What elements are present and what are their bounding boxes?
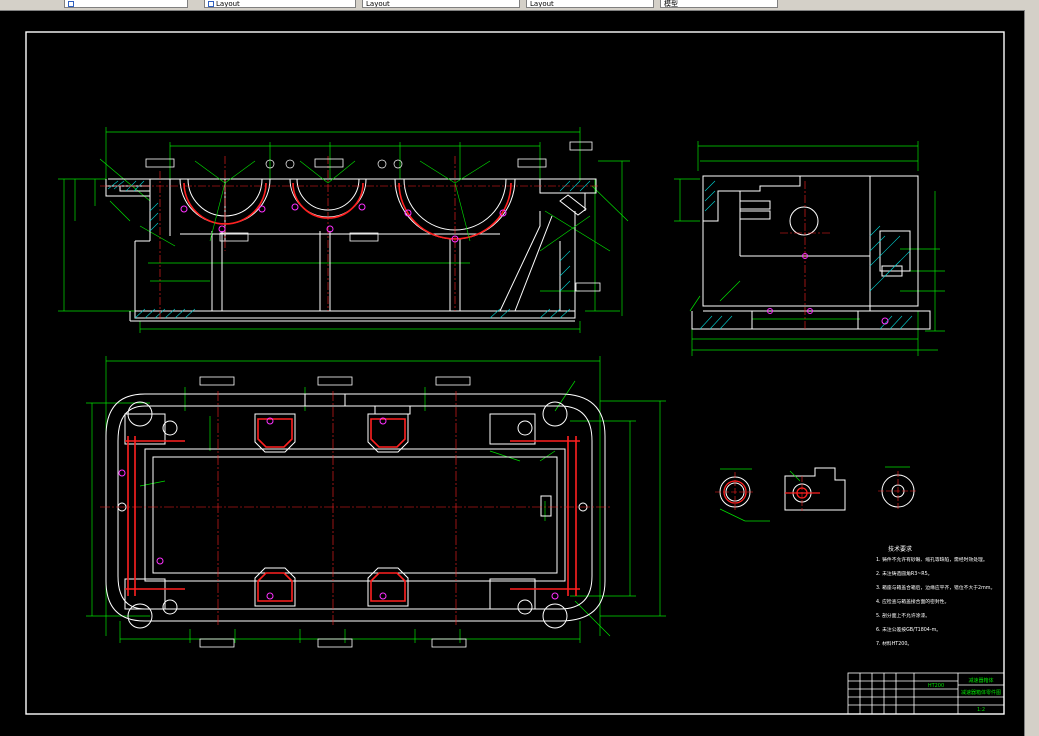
drawing-number: 减速器箱体零件图 xyxy=(961,689,1001,696)
part-name: 减速器箱体 xyxy=(968,677,993,684)
tech-note: 4. 应检查与箱盖接合面的密封性。 xyxy=(876,598,949,605)
tech-note: 6. 未注公差按GB/T1804-m。 xyxy=(876,626,941,633)
scale-label: 1:2 xyxy=(977,707,985,713)
tech-note: 5. 剖分面上不允许涂漆。 xyxy=(876,612,930,619)
tech-title: 技术要求 xyxy=(888,545,912,553)
detail-views xyxy=(715,466,918,522)
front-view xyxy=(58,127,630,333)
material-label: HT200 xyxy=(928,683,944,689)
tech-note: 1. 铸件不允许有砂眼、缩孔等缺陷，需经时效处理。 xyxy=(876,556,988,563)
tech-note: 3. 箱座与箱盖合箱后，边缘应平齐，错位不大于2mm。 xyxy=(876,584,995,591)
drawing-border xyxy=(25,31,1005,715)
cad-drawing-canvas[interactable]: 技术要求 1. 铸件不允许有砂眼、缩孔等缺陷，需经时效处理。 2. 未注铸造圆角R… xyxy=(0,11,1025,736)
tech-note: 7. 材料HT200。 xyxy=(876,640,912,647)
file-icon xyxy=(208,1,214,7)
title-block-text: 减速器箱体 HT200 减速器箱体零件图 1:2 xyxy=(928,677,1001,713)
document-tab-5[interactable]: 模型 xyxy=(660,0,778,8)
document-tab-bar: Layout Layout Layout 模型 xyxy=(0,0,1039,11)
tech-note: 2. 未注铸造圆角R3~R5。 xyxy=(876,570,932,577)
top-view xyxy=(86,356,666,648)
document-tab-2[interactable]: Layout xyxy=(204,0,356,8)
document-tab-1[interactable] xyxy=(64,0,188,8)
document-tab-3[interactable]: Layout xyxy=(362,0,520,8)
vertical-scrollbar[interactable] xyxy=(1024,10,1039,736)
technical-requirements: 技术要求 1. 铸件不允许有砂眼、缩孔等缺陷，需经时效处理。 2. 未注铸造圆角R… xyxy=(876,545,995,647)
document-tab-4[interactable]: Layout xyxy=(526,0,654,8)
side-view xyxy=(674,141,945,356)
file-icon xyxy=(68,1,74,7)
